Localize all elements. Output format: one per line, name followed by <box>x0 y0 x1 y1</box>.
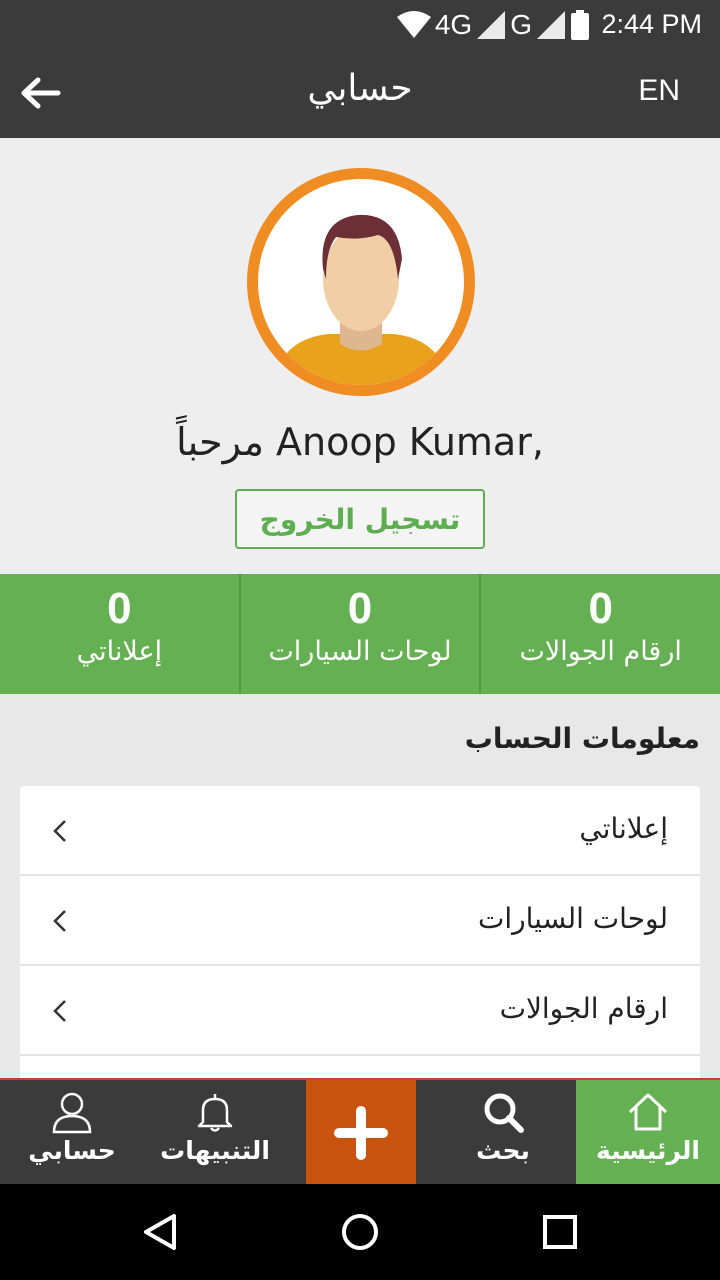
menu-item-mobile-numbers[interactable]: ارقام الجوالات <box>20 966 700 1056</box>
avatar <box>247 168 475 396</box>
menu-item-label: إعلاناتي <box>579 812 668 845</box>
stat-value: 0 <box>107 584 132 633</box>
stat-value: 0 <box>347 584 373 633</box>
network-type-2: G <box>510 9 532 40</box>
stat-label: لوحات السيارات <box>268 636 452 667</box>
add-post-button[interactable] <box>306 1080 416 1186</box>
account-menu: إعلاناتي لوحات السيارات ارقام الجوالات <box>20 786 700 1096</box>
recents-square-icon[interactable] <box>542 1214 578 1250</box>
chevron-left-icon <box>53 820 66 842</box>
menu-item-car-plates[interactable]: لوحات السيارات <box>20 876 700 966</box>
page-title: حسابي <box>307 68 413 109</box>
section-title: معلومات الحساب <box>464 722 700 755</box>
profile-section: مرحباً Anoop Kumar, تسجيل الخروج <box>0 138 720 574</box>
logout-button[interactable]: تسجيل الخروج <box>235 489 485 549</box>
status-icons: 4G G <box>396 8 590 42</box>
user-avatar-icon <box>278 214 444 385</box>
welcome-text: مرحباً Anoop Kumar, <box>176 420 544 464</box>
user-icon <box>52 1092 92 1134</box>
language-toggle[interactable]: EN <box>638 74 680 108</box>
stat-value: 0 <box>588 584 613 633</box>
nav-account-label: حسابي <box>28 1136 116 1165</box>
back-triangle-icon[interactable] <box>140 1212 180 1252</box>
stat-label: ارقام الجوالات <box>519 636 682 667</box>
chevron-left-icon <box>53 1000 66 1022</box>
stat-label: إعلاناتي <box>76 636 163 667</box>
stat-car-plates[interactable]: 0 لوحات السيارات <box>238 574 480 694</box>
bottom-nav: الرئيسية بحث التنبيهات حسابي <box>0 1078 720 1186</box>
signal-icon <box>477 11 506 39</box>
nav-alerts-label: التنبيهات <box>160 1136 270 1165</box>
nav-home[interactable]: الرئيسية <box>576 1080 720 1186</box>
battery-icon <box>571 10 589 40</box>
stat-my-ads[interactable]: 0 إعلاناتي <box>0 574 239 694</box>
nav-home-label: الرئيسية <box>596 1136 700 1165</box>
signal-icon-2 <box>537 11 565 39</box>
status-time: 2:44 PM <box>601 9 702 39</box>
menu-item-my-ads[interactable]: إعلاناتي <box>20 786 700 876</box>
chevron-left-icon <box>53 910 66 932</box>
network-type: 4G <box>434 9 473 40</box>
wifi-icon <box>396 11 431 38</box>
bell-icon <box>197 1094 233 1132</box>
home-icon <box>628 1093 668 1131</box>
plus-icon <box>334 1106 388 1160</box>
status-bar: 4G G 2:44 PM <box>0 0 720 50</box>
menu-item-label: ارقام الجوالات <box>499 992 668 1025</box>
stats-bar: 0 إعلاناتي 0 لوحات السيارات 0 ارقام الجو… <box>0 574 720 694</box>
home-circle-icon[interactable] <box>340 1212 380 1252</box>
nav-search-label: بحث <box>476 1136 530 1165</box>
nav-alerts[interactable]: التنبيهات <box>150 1080 280 1186</box>
system-nav-bar <box>0 1184 720 1280</box>
app-bar: حسابي EN <box>0 50 720 138</box>
menu-item-label: لوحات السيارات <box>477 902 668 935</box>
nav-account[interactable]: حسابي <box>0 1080 144 1186</box>
search-icon <box>484 1093 524 1133</box>
stat-mobile-numbers[interactable]: 0 ارقام الجوالات <box>479 574 720 694</box>
nav-search[interactable]: بحث <box>430 1080 576 1186</box>
